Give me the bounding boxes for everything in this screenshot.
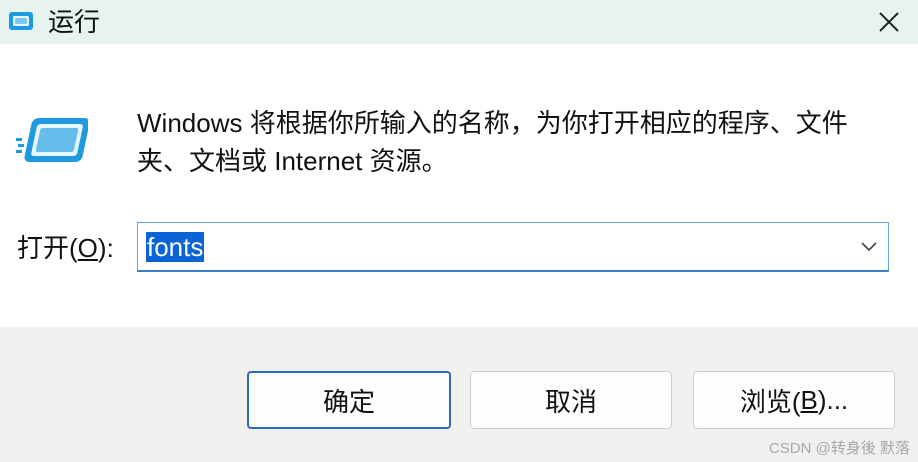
close-button[interactable] (860, 0, 918, 44)
browse-button-access-key: B (800, 384, 818, 415)
open-input-text[interactable]: fonts (146, 232, 205, 262)
open-label-access-key: O (77, 233, 98, 263)
browse-button[interactable]: 浏览(B)... (693, 371, 895, 429)
close-icon (879, 12, 899, 32)
chevron-down-icon[interactable] (860, 239, 878, 253)
run-dialog-icon (16, 118, 88, 162)
ok-button-label: 确定 (322, 386, 375, 417)
watermark-text: CSDN @转身後 默落 (768, 440, 910, 457)
cancel-button[interactable]: 取消 (470, 371, 672, 429)
browse-button-prefix: 浏览( (739, 386, 801, 417)
open-label: 打开(O): (17, 230, 114, 266)
dialog-description: Windows 将根据你所输入的名称，为你打开相应的程序、文件夹、文档或 Int… (137, 108, 848, 176)
title-bar[interactable]: 运行 (0, 0, 918, 44)
open-combobox[interactable]: fonts (137, 222, 889, 272)
run-dialog-icon (9, 12, 33, 30)
dialog-footer: 确定 取消 浏览(B)... CSDN @转身後 默落 (0, 327, 918, 462)
window-title: 运行 (48, 7, 101, 37)
open-label-prefix: 打开( (17, 233, 78, 263)
ok-button[interactable]: 确定 (247, 371, 451, 429)
browse-button-suffix: )... (817, 384, 849, 415)
open-label-suffix: ): (97, 233, 114, 263)
cancel-button-label: 取消 (544, 386, 597, 417)
